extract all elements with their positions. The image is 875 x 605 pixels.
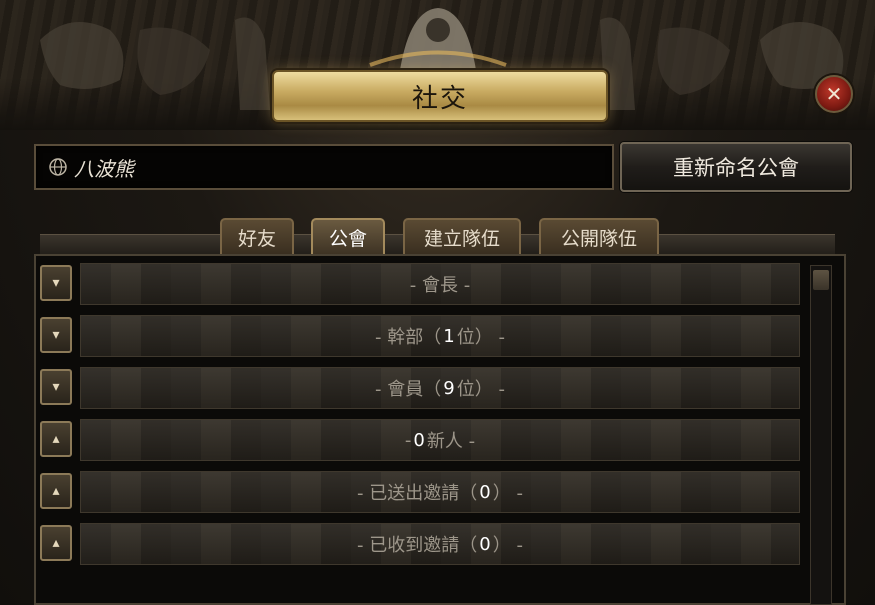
group-label: - 會長 - — [409, 275, 471, 296]
group-label-suffix: ） - — [492, 483, 523, 504]
collapse-button[interactable]: ▾ — [40, 369, 72, 405]
group-label: - 已送出邀請（ — [357, 483, 478, 504]
collapse-button[interactable]: ▾ — [40, 317, 72, 353]
chevron-down-icon: ▾ — [52, 379, 60, 395]
tab-create-party[interactable]: 建立隊伍 — [403, 218, 521, 254]
group-header-officers[interactable]: - 幹部（ 1 位） - — [80, 315, 800, 357]
title-plaque: 社交 — [272, 70, 608, 122]
group-label: - — [404, 429, 412, 451]
expand-button[interactable]: ▴ — [40, 421, 72, 457]
tab-guild[interactable]: 公會 — [311, 218, 385, 254]
group-row-officers: ▾ - 幹部（ 1 位） - — [40, 311, 800, 357]
group-header-leader[interactable]: - 會長 - — [80, 263, 800, 305]
group-header-newcomers[interactable]: - 0 新人 - — [80, 419, 800, 461]
group-row-newcomers: ▴ - 0 新人 - — [40, 415, 800, 461]
social-window: 社交 ✕ 八波熊 重新命名公會 好友 公會 建立隊伍 公開隊伍 ▾ - 會長 -… — [0, 0, 875, 605]
chevron-up-icon: ▴ — [52, 483, 60, 499]
group-label-suffix: 位） - — [456, 379, 505, 400]
expand-button[interactable]: ▴ — [40, 473, 72, 509]
window-title: 社交 — [411, 83, 468, 114]
group-label: - 會員（ — [375, 379, 442, 400]
group-row-leader: ▾ - 會長 - — [40, 259, 800, 305]
group-label-suffix: 位） - — [456, 327, 505, 348]
close-button[interactable]: ✕ — [815, 75, 853, 113]
chevron-down-icon: ▾ — [52, 327, 60, 343]
rename-guild-button[interactable]: 重新命名公會 — [620, 142, 852, 192]
group-header-members[interactable]: - 會員（ 9 位） - — [80, 367, 800, 409]
group-row-received-invites: ▴ - 已收到邀請（ 0） - — [40, 519, 800, 565]
guild-name: 八波熊 — [74, 156, 134, 181]
group-label: - 已收到邀請（ — [357, 535, 478, 556]
group-row-sent-invites: ▴ - 已送出邀請（ 0） - — [40, 467, 800, 513]
group-count: 9 — [443, 377, 455, 399]
scrollbar[interactable] — [810, 265, 832, 605]
group-count: 0 — [413, 429, 425, 451]
group-count: 0 — [479, 533, 491, 555]
expand-button[interactable]: ▴ — [40, 525, 72, 561]
chevron-up-icon: ▴ — [52, 535, 60, 551]
group-header-received-invites[interactable]: - 已收到邀請（ 0） - — [80, 523, 800, 565]
globe-icon — [49, 158, 67, 176]
group-label-suffix: 新人 - — [426, 431, 476, 452]
group-header-sent-invites[interactable]: - 已送出邀請（ 0） - — [80, 471, 800, 513]
group-label-suffix: ） - — [492, 535, 523, 556]
group-count: 0 — [479, 481, 491, 503]
tab-friends[interactable]: 好友 — [220, 218, 294, 254]
scroll-thumb[interactable] — [813, 270, 829, 290]
group-count: 1 — [443, 325, 455, 347]
tab-public-parties[interactable]: 公開隊伍 — [539, 218, 659, 254]
chevron-up-icon: ▴ — [52, 431, 60, 447]
group-label: - 幹部（ — [375, 327, 442, 348]
close-icon: ✕ — [825, 82, 843, 106]
collapse-button[interactable]: ▾ — [40, 265, 72, 301]
guild-name-field[interactable]: 八波熊 — [34, 144, 614, 190]
group-row-members: ▾ - 會員（ 9 位） - — [40, 363, 800, 409]
chevron-down-icon: ▾ — [52, 275, 60, 291]
